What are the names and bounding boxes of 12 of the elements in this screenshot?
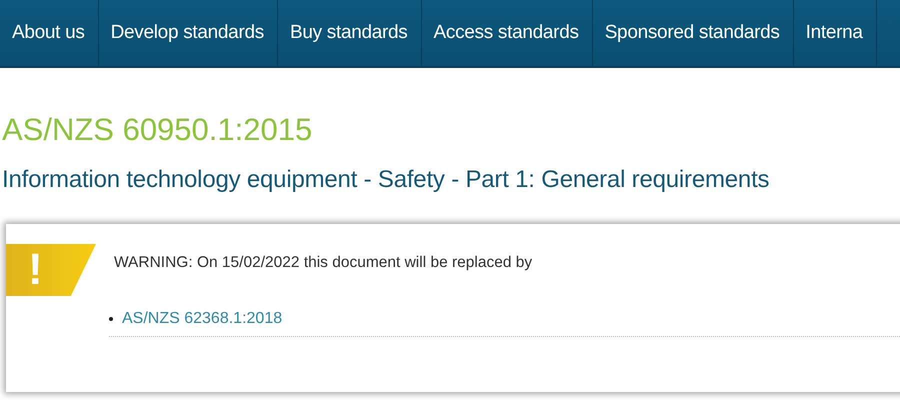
warning-badge: ! — [6, 244, 96, 296]
bullet-icon — [109, 317, 113, 321]
replacement-link[interactable]: AS/NZS 62368.1:2018 — [122, 310, 282, 328]
nav-link[interactable]: Interna — [794, 0, 877, 66]
standard-code: AS/NZS 60950.1:2015 — [2, 112, 314, 148]
nav-link[interactable]: Develop standards — [98, 0, 278, 66]
nav-link[interactable]: Sponsored standards — [592, 0, 794, 66]
nav-link[interactable]: Buy standards — [278, 0, 422, 66]
nav-link[interactable]: About us — [0, 0, 99, 66]
nav-link[interactable]: Access standards — [422, 0, 593, 66]
warning-message: WARNING: On 15/02/2022 this document will be replaced by — [114, 254, 534, 272]
standard-title: Information technology equipment - Safety - Part 1: General requirements — [2, 166, 770, 194]
